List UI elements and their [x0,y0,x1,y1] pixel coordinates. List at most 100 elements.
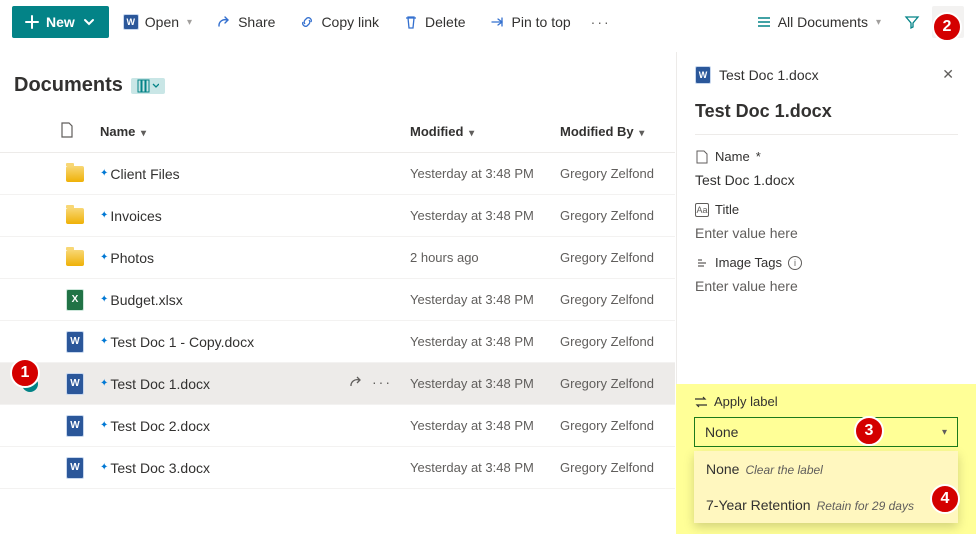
modified-cell: Yesterday at 3:48 PM [410,334,560,349]
trash-icon [403,14,419,30]
modified-by-cell: Gregory Zelfond [560,250,680,265]
file-name[interactable]: Test Doc 1.docx [110,376,210,392]
command-bar: New W Open ▾ Share Copy link Delete Pin … [0,0,976,44]
modified-by-cell: Gregory Zelfond [560,376,680,391]
info-icon[interactable]: i [788,256,802,270]
name-field-label: Name * [695,149,958,164]
word-icon: W [66,373,84,395]
label-option-none[interactable]: None Clear the label [694,451,958,487]
word-icon: W [695,66,711,84]
list-row[interactable]: W✦Test Doc 3.docxYesterday at 3:48 PMGre… [0,447,675,489]
file-name[interactable]: Test Doc 1 - Copy.docx [110,334,254,350]
callout-2: 2 [932,12,962,42]
new-badge-icon: ✦ [100,378,108,389]
alldocs-button[interactable]: All Documents ▾ [745,6,892,38]
file-icon [695,150,709,164]
col-name[interactable]: Name ▾ [100,124,410,139]
pin-icon [490,14,506,30]
pin-button[interactable]: Pin to top [480,6,581,38]
modified-cell: Yesterday at 3:48 PM [410,208,560,223]
link-icon [299,14,315,30]
list-row[interactable]: ✓W✦Test Doc 1.docx···Yesterday at 3:48 P… [0,363,675,405]
modified-cell: Yesterday at 3:48 PM [410,376,560,391]
file-name[interactable]: Client Files [110,166,179,182]
file-name[interactable]: Photos [110,250,154,266]
col-type[interactable] [60,122,100,141]
more-button[interactable]: ··· [585,6,617,38]
modified-cell: Yesterday at 3:48 PM [410,418,560,433]
alldocs-label: All Documents [778,14,868,30]
list-row[interactable]: W✦Test Doc 1 - Copy.docxYesterday at 3:4… [0,321,675,363]
page-title: Documents [14,74,123,97]
chevron-down-icon: ▾ [187,17,192,28]
copylink-label: Copy link [321,14,379,30]
modified-by-cell: Gregory Zelfond [560,208,680,223]
new-label: New [46,14,75,30]
modified-by-cell: Gregory Zelfond [560,166,680,181]
copylink-button[interactable]: Copy link [289,6,389,38]
share-button[interactable]: Share [206,6,285,38]
pin-label: Pin to top [512,14,571,30]
delete-button[interactable]: Delete [393,6,475,38]
apply-label-heading: Apply label [694,394,958,409]
file-name[interactable]: Test Doc 3.docx [110,460,210,476]
apply-label-dropdown: None Clear the label 7-Year Retention Re… [694,451,958,523]
folder-icon [66,166,84,182]
word-icon: W [123,14,139,30]
folder-icon [66,208,84,224]
pane-filename: Test Doc 1.docx [719,67,819,83]
col-modified-by[interactable]: Modified By ▾ [560,124,680,139]
new-badge-icon: ✦ [100,336,108,347]
new-badge-icon: ✦ [100,294,108,305]
name-field-value[interactable]: Test Doc 1.docx [695,172,958,188]
new-button[interactable]: New [12,6,109,38]
list-row[interactable]: W✦Test Doc 2.docxYesterday at 3:48 PMGre… [0,405,675,447]
apply-label-select[interactable]: None ▾ [694,417,958,447]
pane-header: W Test Doc 1.docx ✕ [695,62,958,87]
pane-title: Test Doc 1.docx [695,101,958,135]
word-icon: W [66,457,84,479]
tags-field-label: Image Tags i [695,255,958,270]
filter-button[interactable] [896,6,928,38]
title-field-input[interactable]: Enter value here [695,225,958,241]
modified-cell: Yesterday at 3:48 PM [410,166,560,181]
filter-icon [904,14,920,30]
share-icon[interactable] [348,374,364,393]
modified-cell: 2 hours ago [410,250,560,265]
view-switcher[interactable] [131,78,165,94]
file-name[interactable]: Budget.xlsx [110,292,182,308]
select-value: None [705,424,738,440]
modified-by-cell: Gregory Zelfond [560,334,680,349]
callout-3: 3 [854,416,884,446]
close-button[interactable]: ✕ [938,62,958,87]
callout-4: 4 [930,484,960,514]
plus-icon [24,14,40,30]
folder-icon [66,250,84,266]
document-list: Name ▾ Modified ▾ Modified By ▾ ✦ Client … [0,111,675,489]
more-icon[interactable]: ··· [372,374,392,393]
tags-field-input[interactable]: Enter value here [695,278,958,294]
file-name[interactable]: Test Doc 2.docx [110,418,210,434]
modified-cell: Yesterday at 3:48 PM [410,292,560,307]
new-badge-icon: ✦ [100,420,108,431]
list-row[interactable]: ✦InvoicesYesterday at 3:48 PMGregory Zel… [0,195,675,237]
modified-by-cell: Gregory Zelfond [560,460,680,475]
list-row[interactable]: X✦Budget.xlsxYesterday at 3:48 PMGregory… [0,279,675,321]
text-icon: Aa [695,203,709,217]
list-row[interactable]: ✦Photos2 hours agoGregory Zelfond [0,237,675,279]
new-badge-icon: ✦ [100,210,108,221]
title-field-label: Aa Title [695,202,958,217]
col-modified[interactable]: Modified ▾ [410,124,560,139]
apply-label-zone: Apply label None ▾ None Clear the label … [676,384,976,534]
list-icon [756,14,772,30]
modified-by-cell: Gregory Zelfond [560,292,680,307]
chevron-down-icon: ▾ [942,427,947,438]
label-option-7year[interactable]: 7-Year Retention Retain for 29 days [694,487,958,523]
chevron-down-icon: ▾ [876,17,881,28]
list-row[interactable]: ✦Client FilesYesterday at 3:48 PMGregory… [0,153,675,195]
share-icon [216,14,232,30]
file-name[interactable]: Invoices [110,208,161,224]
list-header: Name ▾ Modified ▾ Modified By ▾ [0,111,675,153]
open-button[interactable]: W Open ▾ [113,6,202,38]
new-badge-icon: ✦ [100,462,108,473]
